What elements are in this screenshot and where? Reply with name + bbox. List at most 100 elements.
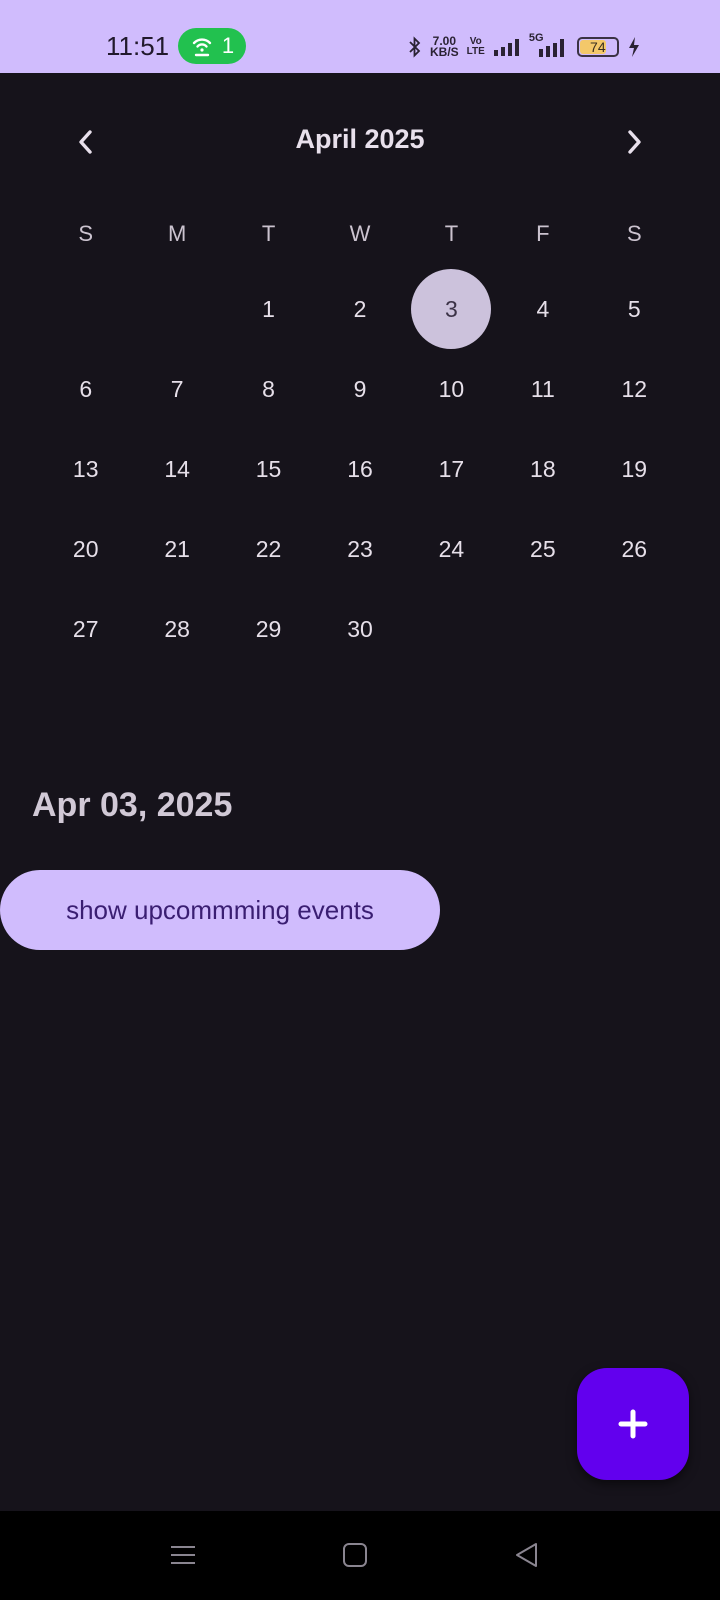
calendar-day[interactable]: 7 <box>131 349 222 429</box>
calendar-day-number: 8 <box>262 375 275 402</box>
weekday-label: S <box>78 221 94 246</box>
selected-date-label: Apr 03, 2025 <box>32 786 233 824</box>
calendar-day[interactable]: 30 <box>314 589 405 669</box>
calendar-day[interactable]: 15 <box>223 429 314 509</box>
calendar-day[interactable]: 13 <box>40 429 131 509</box>
weekday-label: S <box>626 221 642 246</box>
chevron-right-icon <box>628 130 641 154</box>
calendar-day[interactable]: 22 <box>223 509 314 589</box>
calendar-day-number: 17 <box>438 455 465 482</box>
battery-level: 74 <box>590 39 606 55</box>
hotspot-indicator: 1 <box>178 28 246 64</box>
calendar-day-number: 10 <box>438 375 465 402</box>
show-upcoming-events-button[interactable]: show upcommming events <box>0 870 440 950</box>
calendar-day-number: 23 <box>347 535 373 562</box>
calendar-day-number: 24 <box>438 535 465 562</box>
net-speed-unit: KB/S <box>430 45 459 59</box>
calendar-day[interactable]: 27 <box>40 589 131 669</box>
weekday-label: T <box>444 221 459 246</box>
calendar-day-number: 14 <box>164 455 190 482</box>
calendar-day[interactable]: 10 <box>406 349 497 429</box>
calendar-day[interactable]: 25 <box>497 509 588 589</box>
home-icon <box>343 1543 367 1567</box>
weekday-label: F <box>536 221 550 246</box>
calendar-day[interactable]: 17 <box>406 429 497 509</box>
calendar-day-number: 2 <box>353 295 367 322</box>
calendar-day-number: 12 <box>621 375 648 402</box>
calendar-day-number: 9 <box>353 375 367 402</box>
calendar-day[interactable]: 4 <box>497 269 588 349</box>
calendar-day[interactable]: 12 <box>589 349 680 429</box>
volte-bottom: LTE <box>466 46 485 57</box>
weekday-label: W <box>349 221 371 246</box>
hotspot-icon <box>192 38 212 57</box>
calendar-day[interactable]: 19 <box>589 429 680 509</box>
calendar-day-number: 6 <box>79 375 93 402</box>
calendar-day[interactable]: 20 <box>40 509 131 589</box>
charging-icon <box>628 37 639 57</box>
calendar-day-number: 3 <box>445 295 458 322</box>
weekday-label: M <box>167 221 187 246</box>
calendar-day[interactable]: 5 <box>589 269 680 349</box>
calendar-day-number: 19 <box>621 455 648 482</box>
calendar-day[interactable]: 18 <box>497 429 588 509</box>
calendar-day-empty <box>40 269 131 349</box>
calendar-day[interactable]: 14 <box>131 429 222 509</box>
signal-icon <box>493 39 519 56</box>
calendar-day-number: 18 <box>530 455 556 482</box>
battery-indicator: 74 <box>576 37 619 57</box>
calendar-day-number: 27 <box>72 615 99 642</box>
calendar-day[interactable]: 24 <box>406 509 497 589</box>
home-button[interactable] <box>335 1535 375 1575</box>
status-bar: 11:51 1 7.00 KB/S Vo LTE 5G 74 <box>0 0 720 73</box>
back-icon <box>516 1543 537 1567</box>
calendar-day-number: 13 <box>72 455 99 482</box>
status-time: 11:51 <box>106 31 170 61</box>
calendar-day-number: 15 <box>255 455 282 482</box>
status-icons: 7.00 KB/S Vo LTE 5G 74 <box>408 30 641 64</box>
calendar-day[interactable]: 23 <box>314 509 405 589</box>
calendar-day[interactable]: 6 <box>40 349 131 429</box>
bluetooth-icon <box>409 36 421 58</box>
calendar-day-selected[interactable]: 3 <box>406 269 497 349</box>
calendar-header: April 2025 <box>0 110 720 174</box>
next-month-button[interactable] <box>608 116 660 168</box>
calendar-day-number: 1 <box>262 295 275 322</box>
calendar-day-number: 25 <box>530 535 556 562</box>
back-button[interactable] <box>507 1535 547 1575</box>
signal-5g-icon <box>538 39 564 57</box>
calendar-day-number: 22 <box>255 535 282 562</box>
calendar-day-number: 5 <box>627 295 641 322</box>
calendar-day-empty <box>131 269 222 349</box>
calendar-day-number: 4 <box>536 295 550 322</box>
calendar-day[interactable]: 28 <box>131 589 222 669</box>
signal-5g: 5G <box>529 32 569 58</box>
calendar-day-number: 26 <box>621 535 648 562</box>
calendar-day[interactable]: 16 <box>314 429 405 509</box>
calendar-day[interactable]: 11 <box>497 349 588 429</box>
calendar-day-number: 21 <box>164 535 190 562</box>
weekday-row: S M T W T F S <box>40 216 680 252</box>
plus-icon <box>618 1409 648 1439</box>
volte-indicator: Vo LTE <box>467 37 485 57</box>
calendar-day[interactable]: 26 <box>589 509 680 589</box>
weekday-label: T <box>261 221 276 246</box>
calendar-day[interactable]: 9 <box>314 349 405 429</box>
net-speed: 7.00 KB/S <box>430 35 459 59</box>
calendar-day-number: 16 <box>347 455 373 482</box>
add-event-button[interactable] <box>577 1368 689 1480</box>
calendar-day[interactable]: 21 <box>131 509 222 589</box>
calendar-day-number: 30 <box>347 615 373 642</box>
calendar-day-number: 28 <box>164 615 190 642</box>
calendar-day[interactable]: 8 <box>223 349 314 429</box>
calendar-day-number: 29 <box>255 615 282 642</box>
calendar-grid: 1 2 3 4 5 6 7 8 9 10 11 12 13 14 15 16 17 18 19 20 21 22 23 24 2… <box>40 269 680 669</box>
calendar-day[interactable]: 2 <box>314 269 405 349</box>
calendar-day[interactable]: 29 <box>223 589 314 669</box>
calendar-day-number: 11 <box>530 375 555 402</box>
calendar-day-number: 7 <box>170 375 184 402</box>
hotspot-count: 1 <box>221 33 235 58</box>
recent-apps-button[interactable] <box>163 1535 203 1575</box>
calendar-day-number: 20 <box>72 535 99 562</box>
calendar-day[interactable]: 1 <box>223 269 314 349</box>
